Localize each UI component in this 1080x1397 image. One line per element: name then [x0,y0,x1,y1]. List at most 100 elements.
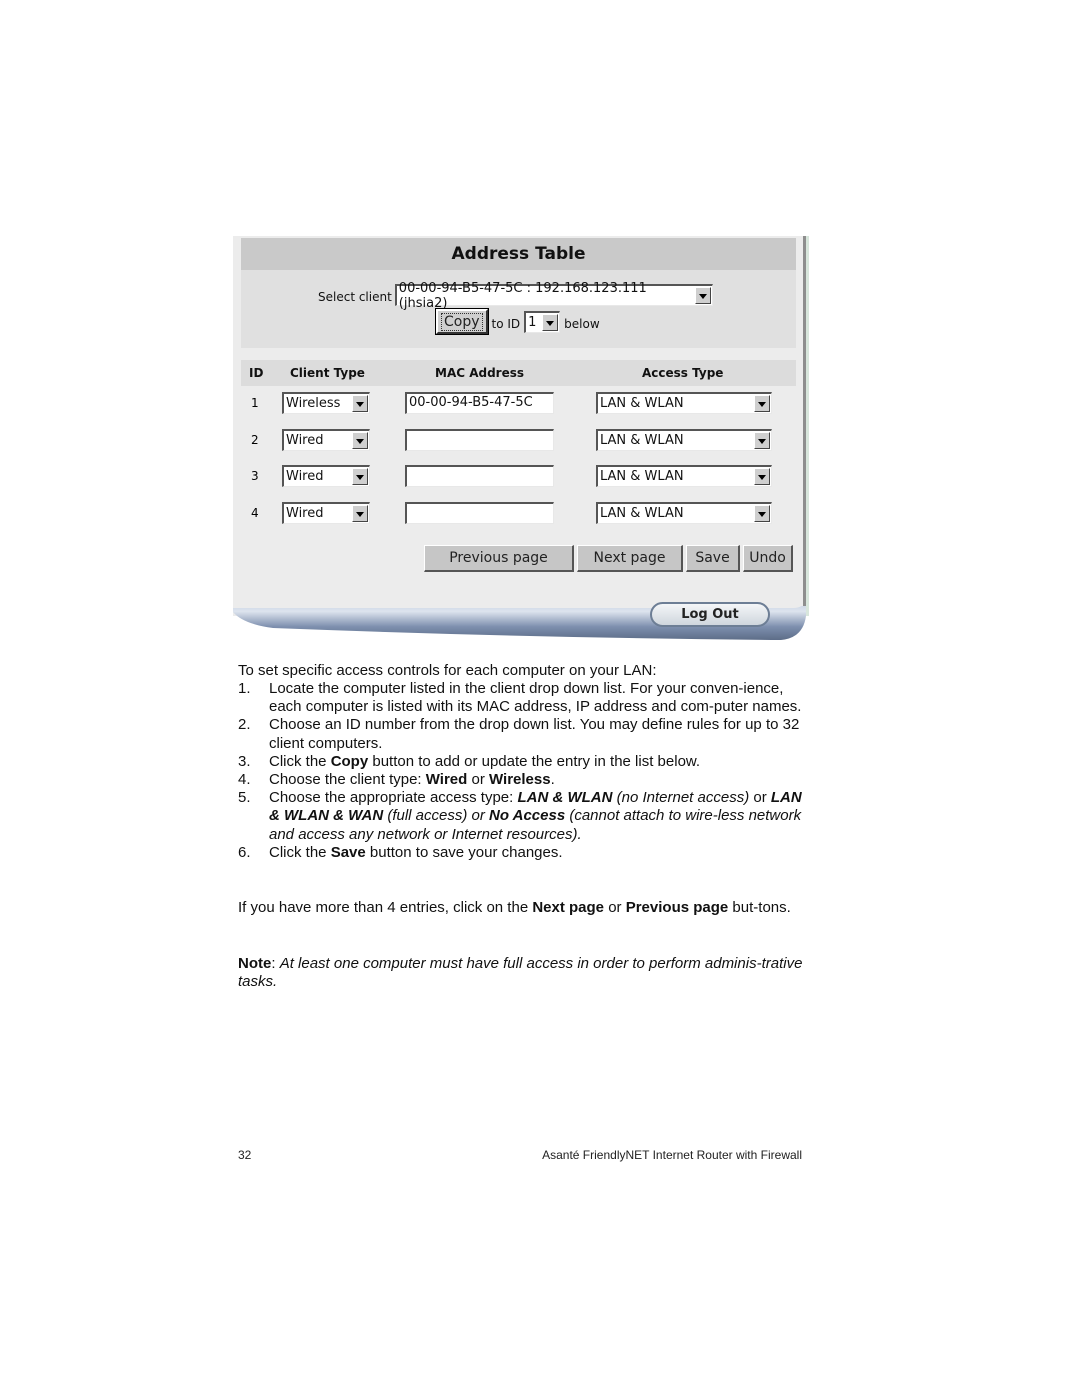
text-run: Choose the client type: [269,771,426,789]
text-run: (full access) or [383,807,490,825]
client-type-value: Wired [286,432,324,448]
client-type-select[interactable]: Wired [282,465,370,487]
table-row: 2 Wired LAN & WLAN [241,428,796,454]
text-run: button to add or update the entry in the… [368,752,701,770]
client-type-select[interactable]: Wired [282,501,370,524]
text-run: Next page [532,899,605,916]
list-item: 5. Choose the appropriate access type: LA… [238,789,803,844]
mac-address-input[interactable] [405,428,554,451]
log-out-button[interactable]: Log Out [650,602,770,627]
to-id-label: to ID [491,317,521,331]
to-id-value: 1 [528,315,537,330]
next-page-button[interactable]: Next page [577,545,683,572]
mac-address-input[interactable]: 00-00-94-B5-47-5C [405,392,554,414]
paging-paragraph: If you have more than 4 entries, click o… [238,899,803,917]
client-type-value: Wired [286,505,324,521]
list-item: 1. Locate the computer listed in the clie… [238,680,803,716]
mac-address-input[interactable] [405,465,554,487]
chevron-down-icon[interactable] [754,431,770,449]
text-run: Choose an ID number from the drop down l… [269,716,800,752]
previous-page-button[interactable]: Previous page [424,545,574,572]
header-mac-address: MAC Address [435,366,525,380]
row-id: 3 [251,469,259,483]
row-id: 1 [251,396,259,410]
undo-button[interactable]: Undo [743,545,793,572]
text-run: No Access [489,807,566,825]
text-run: At least one computer must have full acc… [238,955,803,991]
text-run: LAN & WLAN [517,789,613,807]
page-buttons: Previous page Next page Save Undo [424,545,793,572]
title-bar: Address Table [241,238,796,270]
address-table-screenshot: Address Table Select client 00-00-94-B5-… [233,236,809,644]
access-type-select[interactable]: LAN & WLAN [596,392,772,414]
header-access-type: Access Type [642,366,724,380]
instruction-steps: 1. Locate the computer listed in the clie… [238,680,803,862]
client-type-select[interactable]: Wireless [282,392,370,414]
select-client-value: 00-00-94-B5-47-5C : 192.168.123.111 (jhs… [398,280,647,311]
text-run: Click the [269,843,331,861]
page-number: 32 [238,1148,252,1162]
text-run: or [467,771,489,789]
table-row: 3 Wired LAN & WLAN [241,464,796,490]
text-run: Wired [425,771,468,789]
text-run: or [749,789,771,807]
chevron-down-icon[interactable] [754,468,770,485]
save-button[interactable]: Save [686,545,740,572]
mac-address-input[interactable] [405,501,554,524]
table-header: ID Client Type MAC Address Access Type [241,360,796,386]
header-client-type: Client Type [290,366,365,380]
chevron-down-icon[interactable] [352,468,368,485]
list-item: 4. Choose the client type: Wired or Wirel… [238,771,803,789]
text-run: but-tons. [728,899,791,916]
text-run: Copy [330,752,369,770]
chevron-down-icon[interactable] [754,504,770,522]
list-item: 6. Click the Save button to save your cha… [238,844,803,862]
text-run: Click the [269,752,331,770]
access-type-value: LAN & WLAN [600,505,684,521]
below-label: below [564,317,600,331]
copy-button-label: Copy [441,312,483,331]
client-type-select[interactable]: Wired [282,428,370,451]
chevron-down-icon[interactable] [754,395,770,412]
chevron-down-icon[interactable] [352,431,368,449]
access-type-select[interactable]: LAN & WLAN [596,465,772,487]
list-item: 2. Choose an ID number from the drop down… [238,716,803,752]
copy-button[interactable]: Copy [435,308,489,335]
table-row: 4 Wired LAN & WLAN [241,501,796,527]
list-item: 3. Click the Copy button to add or update… [238,753,803,771]
text-run: Wireless [489,771,551,789]
chevron-down-icon[interactable] [352,504,368,522]
note-paragraph: Note: At least one computer must have fu… [238,955,803,991]
text-run: If you have more than 4 entries, click o… [238,899,533,916]
text-run: Save [330,843,366,861]
chevron-down-icon[interactable] [352,395,368,412]
table-row: 1 Wireless 00-00-94-B5-47-5C LAN & WLAN [241,391,796,417]
text-run: . [550,771,555,789]
step-number: 6. [238,843,251,861]
access-type-select[interactable]: LAN & WLAN [596,501,772,524]
chevron-down-icon[interactable] [694,287,711,304]
client-type-value: Wired [286,469,324,484]
text-run: Previous page [625,899,729,916]
access-type-value: LAN & WLAN [600,432,684,448]
row-id: 2 [251,432,259,447]
text-run: Note [238,955,272,972]
page-title: Address Table [451,244,586,264]
step-number: 2. [238,716,251,734]
text-run: Choose the appropriate access type: [269,789,518,807]
chevron-down-icon[interactable] [542,314,559,331]
to-id-dropdown[interactable]: 1 [524,311,561,333]
client-select-area: Select client 00-00-94-B5-47-5C : 192.16… [241,270,796,348]
book-title: Asanté FriendlyNET Internet Router with … [542,1148,802,1162]
text-run: : [271,955,280,972]
step-number: 4. [238,771,251,789]
client-type-value: Wireless [286,396,341,411]
step-number: 5. [238,789,251,807]
access-type-select[interactable]: LAN & WLAN [596,428,772,451]
step-number: 1. [238,680,251,697]
select-client-dropdown[interactable]: 00-00-94-B5-47-5C : 192.168.123.111 (jhs… [394,281,713,311]
panel-frame: Address Table Select client 00-00-94-B5-… [233,236,809,616]
header-id: ID [249,366,264,380]
text-run: Locate the computer listed in the client… [269,680,802,716]
select-client-label: Select client [318,290,392,304]
